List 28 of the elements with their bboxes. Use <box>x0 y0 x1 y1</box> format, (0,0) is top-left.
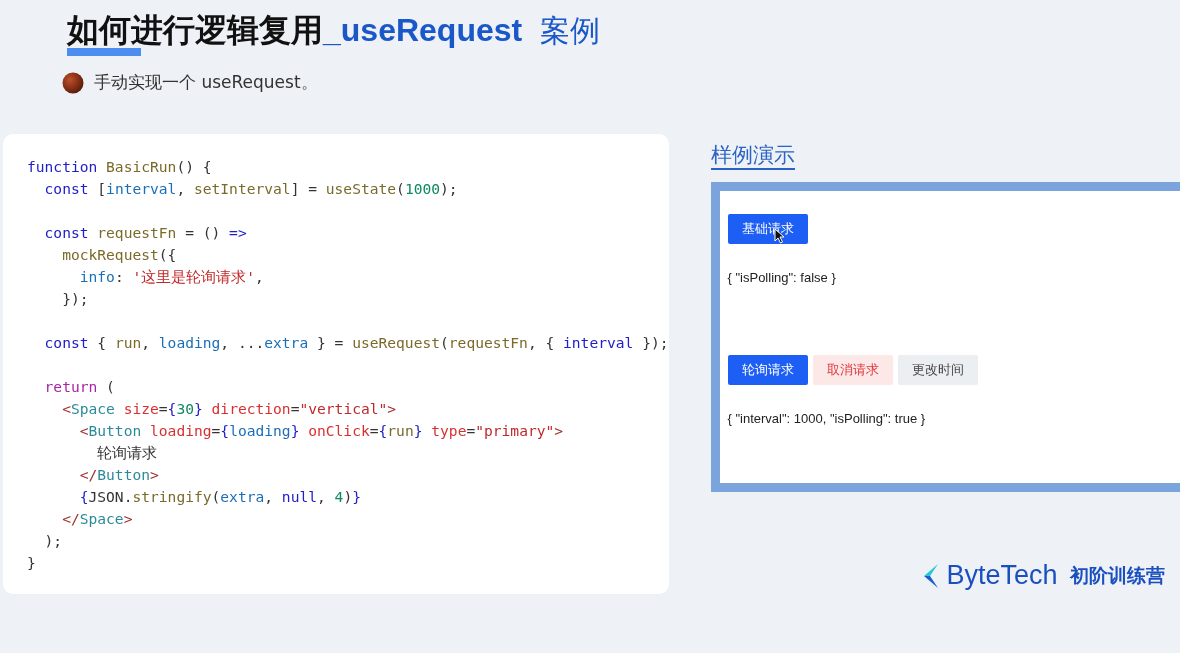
json-output: { "isPolling": false } <box>727 270 837 285</box>
code-line: mockRequest({ <box>61 245 177 265</box>
code-line: } <box>27 553 36 573</box>
code-line: ); <box>43 531 63 551</box>
bullet-text: 手动实现一个 useRequest。 <box>94 71 318 94</box>
request-button[interactable]: 取消请求 <box>812 355 893 385</box>
code-line: const [interval, setInterval] = useState(1000); <box>43 179 458 199</box>
request-button[interactable]: 更改时间 <box>897 355 978 385</box>
chevron-logo-icon <box>922 562 941 589</box>
code-line: 轮询请求 <box>96 443 158 463</box>
code-line: const requestFn = () => <box>43 223 247 243</box>
demo-heading: 样例演示 <box>710 142 795 170</box>
brand-name: ByteTech <box>946 560 1058 591</box>
program-name: 初阶训练营 <box>1069 562 1165 588</box>
code-line: return ( <box>43 377 115 397</box>
code-line: function BasicRun() { <box>27 157 212 177</box>
code-line: </Space> <box>61 509 133 529</box>
code-line: <Space size={30} direction="vertical"> <box>61 399 397 419</box>
code-line: </Button> <box>78 465 159 485</box>
request-button[interactable]: 轮询请求 <box>727 355 808 385</box>
code-line: <Button loading={loading} onClick={run} type="primary"> <box>78 421 564 441</box>
code-line: const { run, loading, ...extra } = useRequest(requestFn, { interval }); <box>43 333 669 353</box>
code-line: }); <box>61 289 89 309</box>
code-line: {JSON.stringify(extra, null, 4)} <box>78 487 361 507</box>
code-line: info: '这里是轮询请求', <box>78 267 264 287</box>
ball-icon <box>62 71 84 94</box>
slide-title: 如何进行逻辑复用_useRequest 案例 <box>67 8 601 53</box>
json-output: { "interval": 1000, "isPolling": true } <box>727 411 927 426</box>
